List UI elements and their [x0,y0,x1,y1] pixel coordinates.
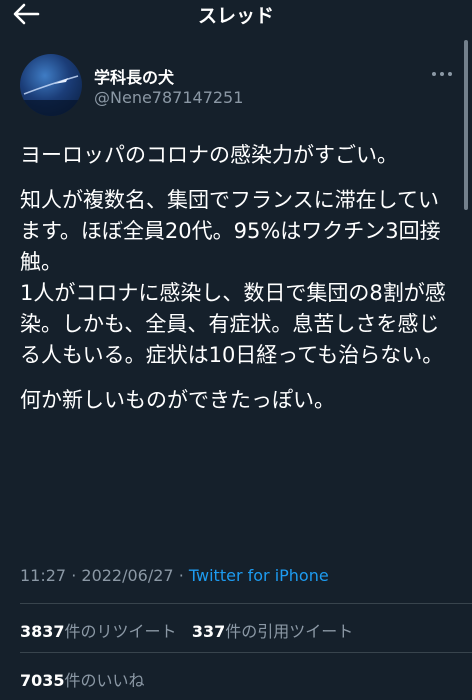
tweet-paragraph: 何か新しいものができたっぽい。 [20,388,335,412]
meta-separator: · [71,566,77,585]
meta-separator: · [178,566,184,585]
likes-stat[interactable]: 7035件のいいね [20,671,145,690]
quotes-count: 337 [191,622,226,641]
likes-stats: 7035件のいいね [20,667,145,691]
tweet-paragraph: 1人がコロナに感染し、数日で集団の8割が感染。しかも、全員、有症状。息苦しさを感… [20,281,446,367]
page-title: スレッド [197,5,274,27]
likes-label: 件のいいね [64,671,145,690]
scrollbar[interactable] [464,40,468,210]
tweet-date[interactable]: 2022/06/27 [81,566,173,585]
tweet-time[interactable]: 11:27 [20,566,66,585]
tweet-meta: 11:27 · 2022/06/27 · Twitter for iPhone [20,566,329,585]
avatar-image [20,75,82,116]
tweet-paragraph: 知人が複数名、集団でフランスに滞在しています。ほぼ全員20代。95%はワクチン3… [20,188,441,274]
retweets-count: 3837 [20,622,65,641]
likes-count: 7035 [20,671,65,690]
author-handle[interactable]: @Nene787147251 [94,88,243,107]
author-name[interactable]: 学科長の犬 [94,64,174,88]
tweet-text: ヨーロッパのコロナの感染力がすごい。 知人が複数名、集団でフランスに滞在していま… [20,140,450,416]
quotes-label: 件の引用ツイート [225,622,354,641]
engagement-stats: 3837件のリツイート 337件の引用ツイート [20,618,353,642]
retweets-stat[interactable]: 3837件のリツイート [20,622,177,641]
avatar[interactable] [20,54,82,116]
quotes-stat[interactable]: 337件の引用ツイート [192,622,353,641]
tweet-source-link[interactable]: Twitter for iPhone [189,566,329,585]
more-options-icon[interactable] [430,64,454,84]
header-bar: スレッド [0,0,472,30]
retweets-label: 件のリツイート [64,622,177,641]
divider [20,652,472,653]
tweet-paragraph: ヨーロッパのコロナの感染力がすごい。 [20,143,398,167]
divider [20,603,472,604]
